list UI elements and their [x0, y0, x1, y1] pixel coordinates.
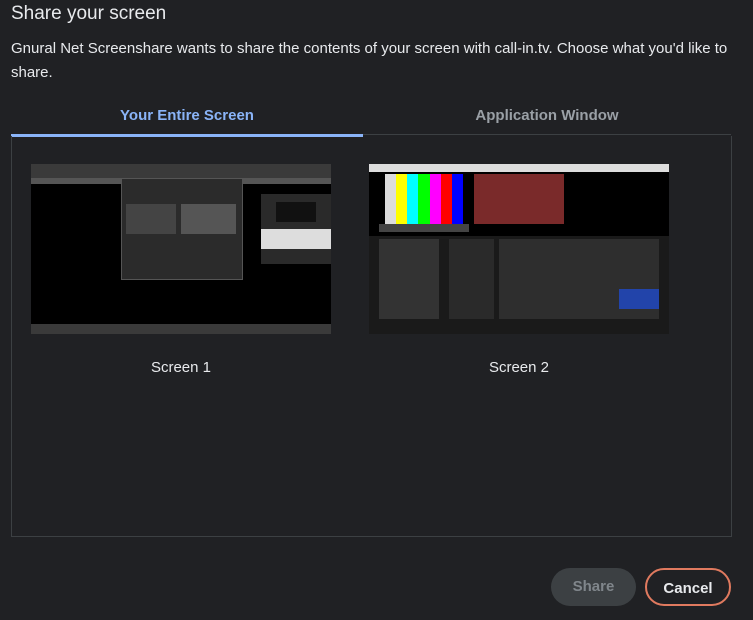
- tab-bar: Your Entire Screen Application Window: [11, 98, 731, 137]
- tab-application-window[interactable]: Application Window: [363, 98, 731, 135]
- share-button[interactable]: Share: [551, 568, 636, 606]
- dialog-description: Gnural Net Screenshare wants to share th…: [11, 40, 728, 81]
- dialog-title: Share your screen: [11, 3, 167, 24]
- screen-2-option[interactable]: Screen 2: [369, 164, 669, 376]
- screen-2-thumbnail: [369, 164, 669, 334]
- tab-entire-screen[interactable]: Your Entire Screen: [11, 98, 363, 137]
- screen-1-label: Screen 1: [150, 359, 212, 376]
- source-panel: Screen 1 Screen 2: [11, 136, 732, 537]
- screen-1-thumbnail: [31, 164, 331, 334]
- cancel-button[interactable]: Cancel: [645, 568, 731, 606]
- screen-2-label: Screen 2: [488, 359, 550, 376]
- screen-1-option[interactable]: Screen 1: [31, 164, 331, 376]
